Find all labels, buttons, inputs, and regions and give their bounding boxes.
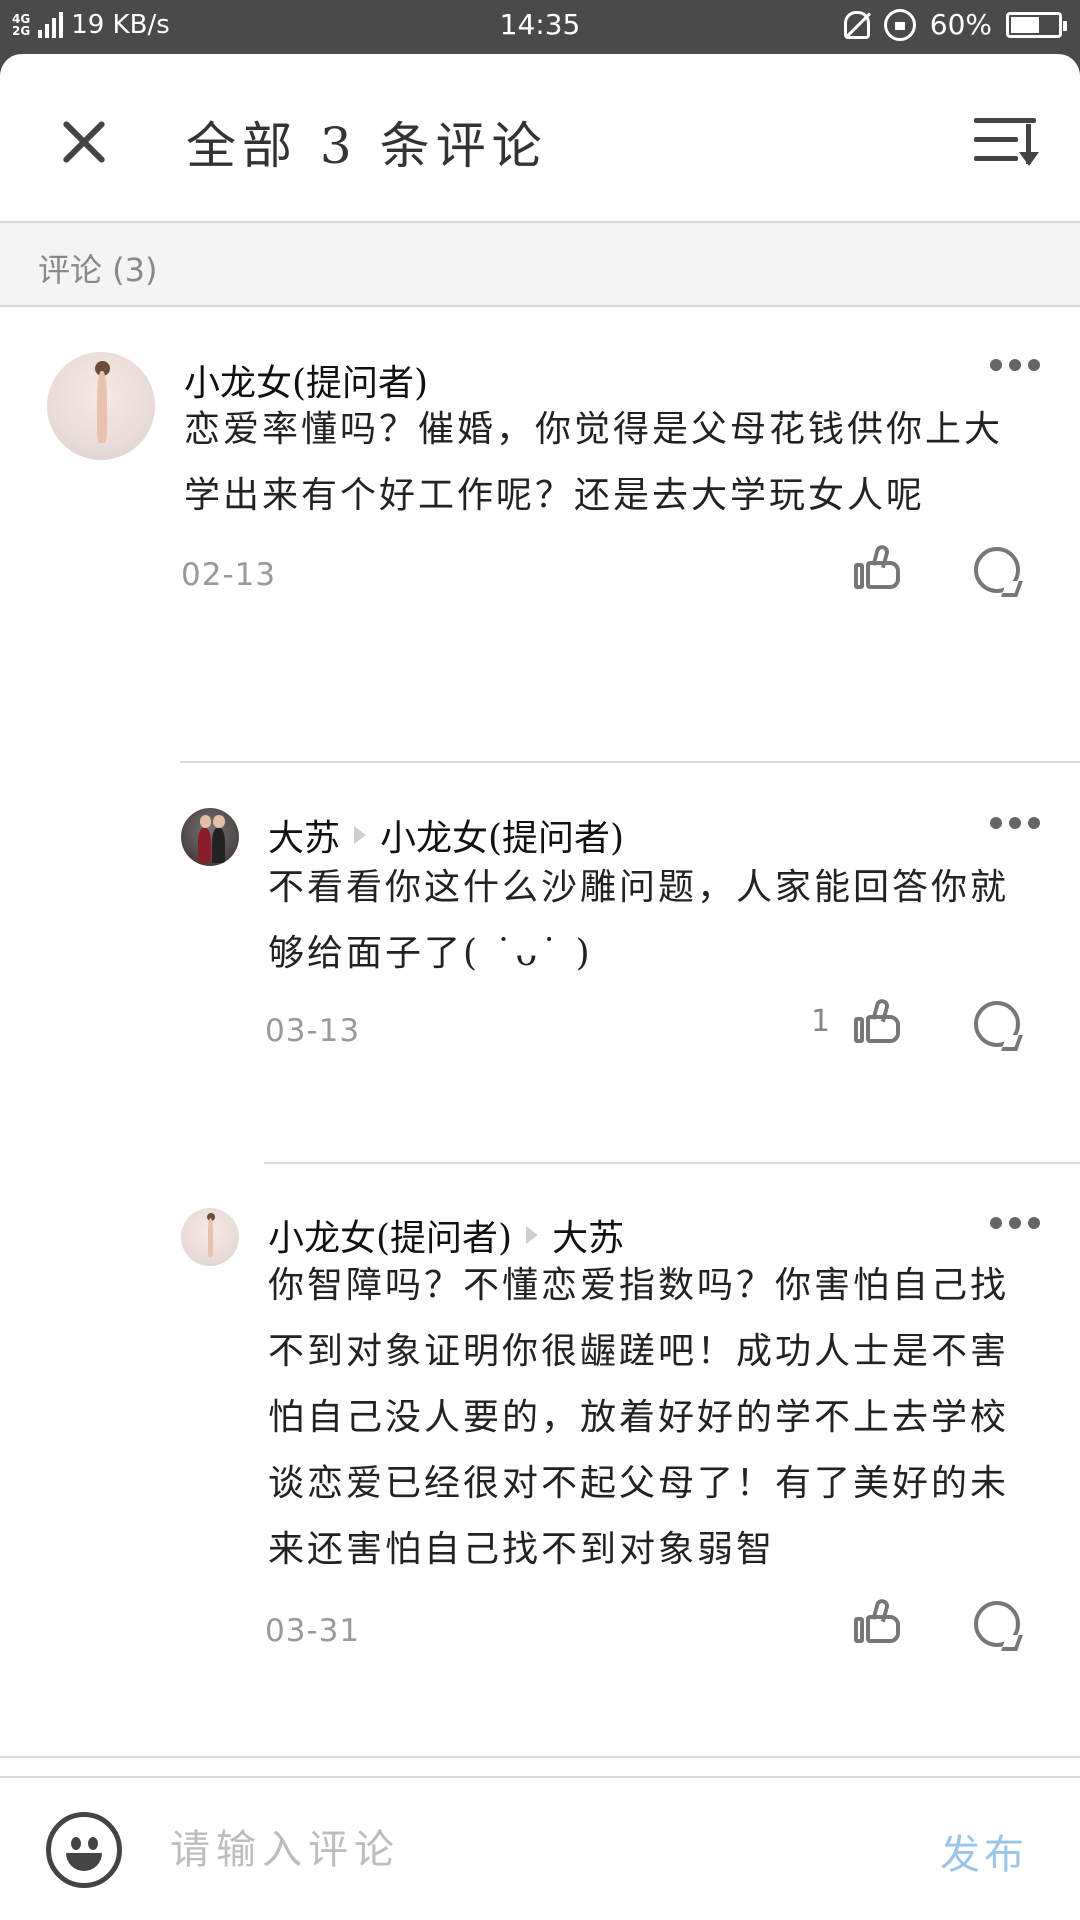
more-options-icon[interactable] — [990, 817, 1040, 831]
comment-item: 小龙女(提问者) 大苏 你智障吗？不懂恋爱指数吗？你害怕自己找不到对象证明你很龌… — [0, 1163, 1080, 1758]
like-icon[interactable] — [854, 997, 904, 1045]
sort-icon[interactable] — [974, 112, 1040, 168]
comment-text: 你智障吗？不懂恋爱指数吗？你害怕自己找不到对象证明你很龌蹉吧！成功人士是不害怕自… — [268, 1265, 1010, 1570]
avatar[interactable] — [181, 808, 239, 866]
comment-count-bar: 评论 (3) — [0, 223, 1080, 307]
more-options-icon[interactable] — [990, 359, 1040, 373]
like-icon[interactable] — [854, 543, 904, 591]
avatar[interactable] — [181, 1208, 239, 1266]
like-count: 1 — [811, 1004, 831, 1039]
reply-icon[interactable] — [974, 1001, 1020, 1047]
comment-text: 不看看你这什么沙雕问题，人家能回答你就够给面子了( ˙ᴗ˙ ) — [268, 867, 1010, 974]
comment-count-label: 评论 (3) — [38, 251, 158, 289]
comment-date: 02-13 — [181, 557, 277, 593]
battery-icon — [1006, 11, 1067, 38]
comment-text: 恋爱率懂吗？催婚，你觉得是父母花钱供你上大学出来有个好工作呢？还是去大学玩女人呢 — [184, 409, 1004, 516]
reply-to-author[interactable]: 小龙女(提问者) — [380, 809, 624, 861]
status-bar: 4G 2G 19 KB/s 14:35 60% — [0, 0, 1080, 54]
reply-icon[interactable] — [974, 547, 1020, 593]
comment-input[interactable] — [170, 1820, 870, 1880]
like-icon[interactable] — [854, 1597, 904, 1645]
battery-percent: 60% — [929, 8, 992, 41]
comment-item: 小龙女(提问者) 恋爱率懂吗？催婚，你觉得是父母花钱供你上大学出来有个好工作呢？… — [0, 307, 1080, 763]
sheet-header: 全部 3 条评论 — [0, 54, 1080, 223]
reply-arrow-icon — [526, 1226, 539, 1244]
comment-author[interactable]: 大苏 — [268, 809, 340, 861]
publish-button[interactable]: 发布 — [940, 1822, 1028, 1880]
reply-arrow-icon — [354, 826, 367, 844]
comments-sheet: 全部 3 条评论 评论 (3) 小龙女(提问者) 恋爱率懂吗？催婚，你觉得是父母… — [0, 54, 1080, 1920]
rotation-lock-icon — [883, 8, 916, 41]
comment-item: 大苏 小龙女(提问者) 不看看你这什么沙雕问题，人家能回答你就够给面子了( ˙ᴗ… — [0, 763, 1080, 1164]
reply-icon[interactable] — [974, 1601, 1020, 1647]
comment-author-line: 大苏 小龙女(提问者) — [268, 809, 624, 861]
comment-date: 03-13 — [265, 1013, 361, 1049]
divider — [0, 1756, 1080, 1758]
close-icon[interactable] — [56, 114, 112, 170]
emoji-icon[interactable] — [46, 1812, 122, 1888]
avatar[interactable] — [47, 352, 155, 460]
more-options-icon[interactable] — [990, 1217, 1040, 1231]
comment-input-bar: 发布 — [0, 1776, 1080, 1920]
status-right: 60% — [843, 8, 1067, 41]
comment-date: 03-31 — [265, 1613, 361, 1649]
page-title: 全部 3 条评论 — [186, 117, 548, 175]
mute-icon — [843, 10, 870, 39]
